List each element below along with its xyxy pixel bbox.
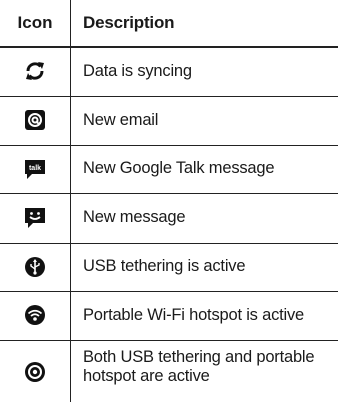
row-description: Portable Wi-Fi hotspot is active	[83, 305, 305, 324]
table-row: Data is syncing	[0, 48, 338, 94]
table-row: New message	[0, 194, 338, 241]
row-description: USB tethering is active	[83, 257, 246, 275]
table-row: New email	[0, 97, 338, 143]
table-row: Both USB tethering and portable hotspot …	[0, 341, 338, 402]
row-description: New Google Talk message	[83, 159, 275, 177]
usb-tethering-icon	[0, 244, 70, 289]
table-header-row: Icon Description	[0, 0, 338, 46]
message-icon	[0, 194, 70, 241]
header-description-label: Description	[83, 13, 175, 32]
wifi-hotspot-icon	[0, 292, 70, 338]
row-description: Both USB tethering and portable hotspot …	[83, 348, 315, 385]
usb-and-hotspot-icon	[0, 341, 70, 402]
email-icon	[0, 97, 70, 143]
table-row: USB tethering is active	[0, 244, 338, 289]
row-description: Data is syncing	[83, 61, 192, 80]
sync-icon	[0, 48, 70, 94]
svg-text:talk: talk	[29, 165, 41, 172]
row-description: New email	[83, 110, 159, 129]
row-description-container: Both USB tethering and portable hotspot …	[83, 348, 334, 402]
table-row: Portable Wi-Fi hotspot is active	[0, 292, 338, 338]
google-talk-icon: talk	[0, 146, 70, 191]
row-description: New message	[83, 208, 186, 226]
header-icon-label: Icon	[17, 13, 53, 32]
table-row: talk New Google Talk message	[0, 146, 338, 191]
